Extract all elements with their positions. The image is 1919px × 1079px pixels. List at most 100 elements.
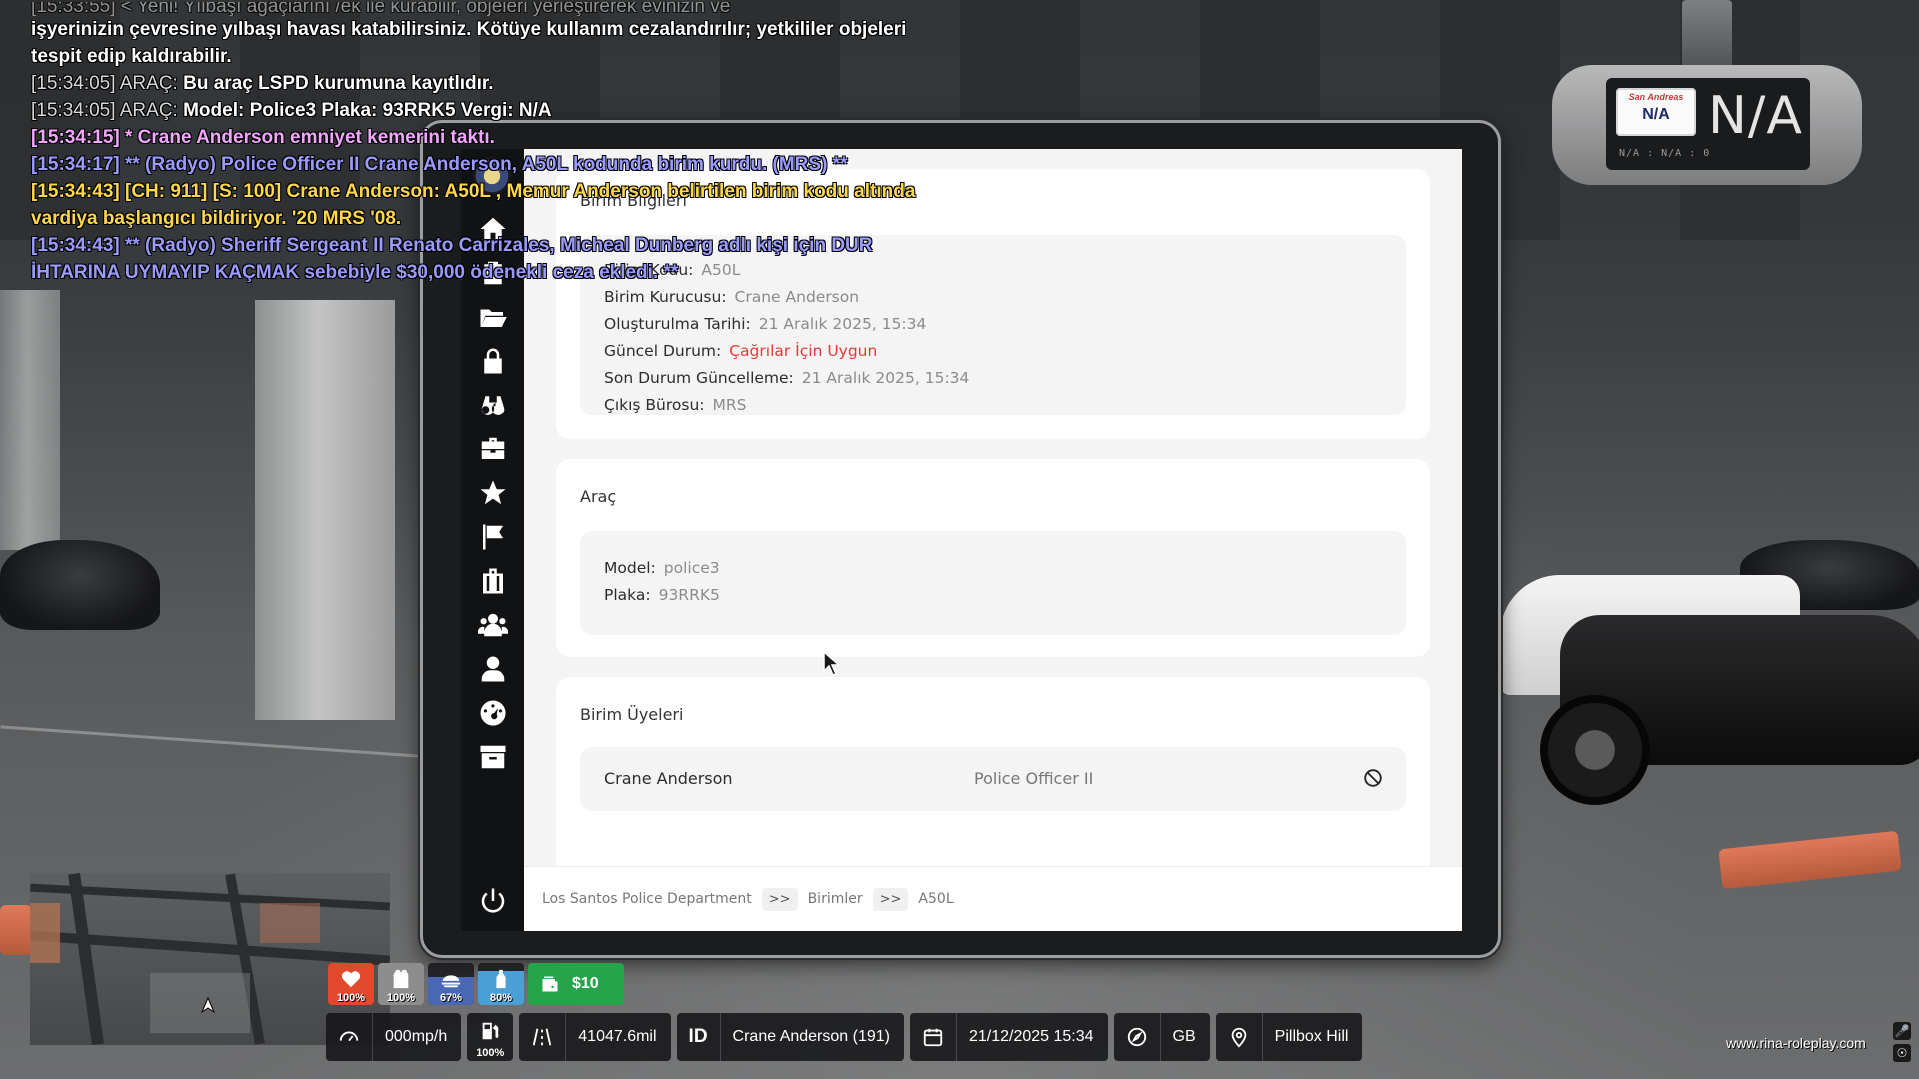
thirst-percent: 80% xyxy=(489,992,513,1004)
voice-indicator: 🎤 ☉ xyxy=(1893,1022,1913,1066)
divider xyxy=(372,1013,373,1061)
player-arrow-icon xyxy=(201,997,215,1013)
speed-display: 000mp/h xyxy=(326,1013,462,1061)
datetime-value: 21/12/2025 15:34 xyxy=(968,1028,1094,1045)
radio-icon: ☉ xyxy=(1893,1044,1911,1062)
player-id-display: ID Crane Anderson (191) xyxy=(676,1013,904,1061)
dashcam: San Andreas N/A N/A N/A : N/A : 0 xyxy=(1552,0,1862,190)
chat-line: [15:33:55] < Yeni! Yılbaşı ağaçlarını /e… xyxy=(31,2,731,16)
floor-marking xyxy=(0,725,420,758)
vehicle-row-plate: Plaka: 93RRK5 xyxy=(604,586,720,604)
chat-line: tespit edip kaldırabilir. xyxy=(31,46,232,67)
id-label: ID xyxy=(688,1026,708,1047)
chat-line: işyerinizin çevresine yılbaşı havası kat… xyxy=(31,19,907,40)
status-bars: 100% 100% 67% 80% $10 xyxy=(328,963,624,1005)
location-value: Pillbox Hill xyxy=(1274,1028,1349,1045)
chat-line: İHTARINA UYMAYIP KAÇMAK sebebiyle $30,00… xyxy=(31,262,679,283)
location-display: Pillbox Hill xyxy=(1215,1013,1363,1061)
server-watermark: www.rina-roleplay.com xyxy=(1726,1035,1866,1051)
info-row-created: Oluşturulma Tarihi: 21 Aralık 2025, 15:34 xyxy=(604,315,927,333)
microphone-icon: 🎤 xyxy=(1893,1022,1911,1040)
member-name: Crane Anderson xyxy=(604,769,733,788)
breadcrumb: Los Santos Police Department >> Birimler… xyxy=(524,866,1462,931)
health-status: 100% xyxy=(328,963,374,1005)
vehicle-row-model: Model: police3 xyxy=(604,559,720,577)
info-row-status: Güncel Durum: Çağrılar İçin Uygun xyxy=(604,342,878,360)
fuel-display: 100% xyxy=(467,1013,514,1061)
status-value: Çağrılar İçin Uygun xyxy=(729,342,878,360)
calendar-icon xyxy=(922,1026,944,1048)
info-row-bureau: Çıkış Bürosu: MRS xyxy=(604,396,747,414)
plate-state: San Andreas xyxy=(1628,92,1684,102)
chat-line: [15:34:05] ARAÇ: Model: Police3 Plaka: 9… xyxy=(31,100,552,121)
map-pin-icon xyxy=(1228,1026,1250,1048)
wallet-icon xyxy=(542,976,558,992)
heart-icon xyxy=(341,971,361,988)
armor-status: 100% xyxy=(378,963,424,1005)
breadcrumb-separator: >> xyxy=(872,887,909,911)
chat-line: [15:34:17] ** (Radyo) Police Officer II … xyxy=(31,154,848,175)
concrete-pillar xyxy=(0,290,60,550)
divider xyxy=(1261,1013,1263,1061)
section-title: Birim Üyeleri xyxy=(580,705,684,724)
archive-icon[interactable] xyxy=(477,741,509,773)
speed-value: 000mp/h xyxy=(385,1028,448,1045)
fuel-percent: 100% xyxy=(476,1047,505,1059)
datetime-display: 21/12/2025 15:34 xyxy=(909,1013,1108,1061)
flag-icon[interactable] xyxy=(477,521,509,553)
chat-line: vardiya başlangıcı bildiriyor. '20 MRS '… xyxy=(31,208,402,229)
breadcrumb-item[interactable]: Birimler xyxy=(808,891,863,907)
vehicle-card: Araç Model: police3 Plaka: 93RRK5 xyxy=(556,459,1430,657)
breadcrumb-separator: >> xyxy=(761,887,798,911)
direction-value: GB xyxy=(1172,1028,1196,1045)
chat-box: [15:33:55] < Yeni! Yılbaşı ağaçlarını /e… xyxy=(31,2,971,286)
breadcrumb-item[interactable]: Los Santos Police Department xyxy=(542,891,752,907)
star-icon[interactable] xyxy=(477,477,509,509)
breadcrumb-item-current: A50L xyxy=(918,891,954,907)
speedometer-icon xyxy=(338,1026,360,1048)
hunger-percent: 67% xyxy=(439,992,463,1004)
money-amount: $10 xyxy=(572,975,599,992)
divider xyxy=(1159,1013,1161,1061)
dashboard-icon[interactable] xyxy=(477,697,509,729)
section-title: Araç xyxy=(580,487,617,506)
member-rank: Police Officer II xyxy=(974,769,1094,788)
binoculars-icon[interactable] xyxy=(477,389,509,421)
user-icon[interactable] xyxy=(477,653,509,685)
road-icon xyxy=(531,1026,553,1048)
money-display: $10 xyxy=(528,963,624,1005)
chat-line: [15:34:43] ** (Radyo) Sheriff Sergeant I… xyxy=(31,235,873,256)
users-icon[interactable] xyxy=(477,609,509,641)
vehicle-panel: Model: police3 Plaka: 93RRK5 xyxy=(580,531,1406,635)
divider xyxy=(719,1013,721,1061)
compass-display: GB xyxy=(1113,1013,1210,1061)
dashcam-speed-readout: N/A : N/A : 0 xyxy=(1619,148,1711,159)
info-row-founder: Birim Kurucusu: Crane Anderson xyxy=(604,288,860,306)
remove-member-icon[interactable] xyxy=(1362,767,1384,789)
fuel-pump-icon xyxy=(482,1022,499,1040)
chat-line: [15:34:43] [CH: 911] [S: 100] Crane Ande… xyxy=(31,181,916,202)
food-icon xyxy=(441,975,461,988)
plate-number: N/A xyxy=(1642,106,1670,123)
divider xyxy=(565,1013,567,1061)
parking-bumper xyxy=(0,905,32,955)
hunger-status: 67% xyxy=(428,963,474,1005)
mouse-cursor-icon xyxy=(823,651,841,676)
hud-bar: 000mp/h 100% 41047.6mil ID Crane Anderso… xyxy=(326,1013,1363,1061)
thirst-status: 80% xyxy=(478,963,524,1005)
health-percent: 100% xyxy=(336,992,366,1004)
lock-icon[interactable] xyxy=(477,345,509,377)
power-icon[interactable] xyxy=(477,885,509,917)
briefcase-icon[interactable] xyxy=(477,433,509,465)
police-car xyxy=(1500,555,1919,805)
concrete-pillar xyxy=(255,300,395,720)
folder-open-icon[interactable] xyxy=(477,301,509,333)
vest-icon xyxy=(393,969,409,989)
odometer-display: 41047.6mil xyxy=(519,1013,671,1061)
compass-icon xyxy=(1126,1026,1148,1048)
chat-line: [15:34:05] ARAÇ: Bu araç LSPD kurumuna k… xyxy=(31,73,494,94)
suitcase-icon[interactable] xyxy=(477,565,509,597)
player-name: Crane Anderson (191) xyxy=(732,1028,890,1045)
license-plate: San Andreas N/A xyxy=(1616,88,1696,136)
dashcam-plate-readout: N/A xyxy=(1708,86,1803,146)
